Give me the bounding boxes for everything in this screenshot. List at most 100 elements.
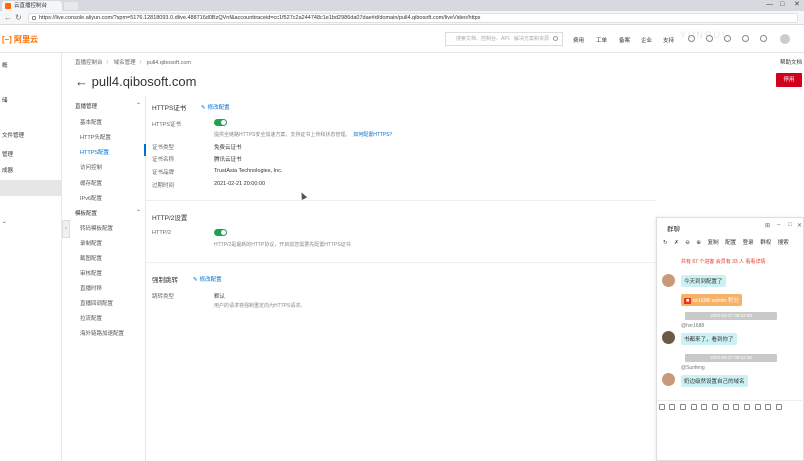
refresh-icon[interactable]: ↻ xyxy=(663,240,668,246)
browser-tab[interactable]: 云直播控制台 xyxy=(2,1,62,11)
sidebar-item-active[interactable] xyxy=(0,180,62,196)
subnav-item-access-control[interactable]: 访问控制 xyxy=(80,163,102,171)
video-icon[interactable] xyxy=(701,404,708,410)
language-icon[interactable] xyxy=(760,35,767,42)
avatar[interactable] xyxy=(780,34,790,44)
back-arrow-icon[interactable]: ← xyxy=(75,74,88,89)
chat-close-icon[interactable]: ✕ xyxy=(797,222,802,229)
chat-minimize-icon[interactable]: – xyxy=(777,222,780,228)
maximize-button[interactable]: □ xyxy=(780,0,784,10)
cert-type-label: 证书类型 xyxy=(152,145,175,151)
http2-toggle[interactable] xyxy=(214,229,227,236)
subnav-item-overseas[interactable]: 海外链路加速配置 xyxy=(80,329,124,337)
shake-icon[interactable] xyxy=(733,404,740,410)
section-divider xyxy=(146,262,656,263)
subnav-item-transcode[interactable]: 转码模板配置 xyxy=(80,224,113,232)
chat-tool-config[interactable]: 配置 xyxy=(725,240,736,246)
url-field[interactable]: https://live.console.aliyun.com/?spm=517… xyxy=(28,13,798,23)
minus-circle-icon[interactable]: ⊖ xyxy=(685,240,690,246)
sidebar-item-file-management[interactable]: 文件管理 xyxy=(0,131,62,139)
https-toggle[interactable] xyxy=(214,119,227,126)
chat-message: ■ or1688 admin 积分 xyxy=(681,294,743,306)
screenshot-icon[interactable] xyxy=(690,404,697,410)
address-bar: ← ↻ https://live.console.aliyun.com/?spm… xyxy=(0,11,804,25)
disable-button[interactable]: 停用 xyxy=(776,73,802,87)
mouse-cursor-icon xyxy=(298,191,308,200)
subnav-item-snapshot[interactable]: 截图配置 xyxy=(80,254,102,262)
cert-name-value: 腾讯云证书 xyxy=(214,157,242,163)
breadcrumb-domain-management[interactable]: 域名管理 xyxy=(114,60,136,66)
minimize-button[interactable]: — xyxy=(766,0,773,10)
https-edit-link[interactable]: 修改配置 xyxy=(201,103,230,111)
subnav-group-template[interactable]: 模板配置 ⌃ xyxy=(75,209,141,217)
subnav-item-pull[interactable]: 拉流配置 xyxy=(80,314,102,322)
image-icon[interactable] xyxy=(669,404,676,410)
tag-icon[interactable] xyxy=(754,404,761,410)
chat-tool-search[interactable]: 搜索 xyxy=(778,240,789,246)
chat-tool-perm[interactable]: 群权 xyxy=(760,240,771,246)
cert-expiry-label: 过期时间 xyxy=(152,183,175,189)
shuffle-icon[interactable]: ✗ xyxy=(674,240,679,246)
redirect-section-title: 强制跳转 xyxy=(152,277,178,284)
file-icon[interactable] xyxy=(679,404,686,410)
subnav-group-live[interactable]: 直播管理 ⌃ xyxy=(75,102,141,110)
headset-icon[interactable] xyxy=(711,404,718,410)
subnav-item-http-header[interactable]: HTTP头配置 xyxy=(80,133,111,141)
page-title: ← pull4.qibosoft.com xyxy=(75,74,196,89)
console-search-input[interactable]: 搜索文档、控制台、API、解决方案和资源 xyxy=(445,32,563,46)
sidebar-collapse-handle[interactable]: ‹ xyxy=(62,220,70,238)
more-icon[interactable] xyxy=(775,404,782,410)
history-icon[interactable] xyxy=(743,404,750,410)
sidebar-item-overview[interactable]: 概 xyxy=(0,61,62,69)
chat-add-icon[interactable]: ⊞ xyxy=(765,222,770,229)
close-window-button[interactable]: ✕ xyxy=(794,0,800,10)
aliyun-logo[interactable]: [–] 阿里云 xyxy=(2,34,38,45)
sidebar-item-management[interactable]: 管理 xyxy=(0,150,62,158)
chat-tool-login[interactable]: 登录 xyxy=(743,240,754,246)
watermark: YUNRUI xyxy=(680,30,727,40)
dollar-icon[interactable] xyxy=(722,404,729,410)
cert-name-label: 证书名称 xyxy=(152,157,175,163)
section-divider xyxy=(146,200,656,201)
new-tab-button[interactable] xyxy=(64,2,78,10)
search-icon[interactable] xyxy=(553,36,558,41)
plus-circle-icon[interactable]: ⊕ xyxy=(696,240,701,246)
subnav-item-ipv6[interactable]: IPv6配置 xyxy=(80,194,102,202)
subnav-item-timeshift[interactable]: 直播时移 xyxy=(80,284,102,292)
chat-maximize-icon[interactable]: □ xyxy=(788,222,792,228)
http2-hint: HTTP/2是最新的HTTP协议，开启前您需要先配置HTTPS证书 xyxy=(214,242,351,248)
emoji-icon[interactable] xyxy=(658,404,665,410)
nav-support[interactable]: 支持 xyxy=(663,36,674,44)
nav-enterprise[interactable]: 企业 xyxy=(641,36,652,44)
https-section-title: HTTPS证书 xyxy=(152,105,187,112)
chevron-up-icon: ⌃ xyxy=(136,103,142,109)
monitor-icon[interactable] xyxy=(765,404,772,410)
nav-ticket[interactable]: 工单 xyxy=(596,36,607,44)
subnav-item-callback[interactable]: 直播回调配置 xyxy=(80,299,113,307)
cert-expiry-value: 2021-02-21 20:00:00 xyxy=(214,181,266,187)
help-docs-link[interactable]: 帮助文档 xyxy=(780,58,802,66)
chat-title: 群聊 xyxy=(667,226,680,233)
refresh-icon[interactable]: ↻ xyxy=(15,13,22,23)
sidebar-item-generator[interactable]: 成器 xyxy=(0,166,62,174)
nav-icp[interactable]: 备案 xyxy=(619,36,630,44)
breadcrumb-live-console[interactable]: 直播控制台 xyxy=(75,60,103,66)
chat-sender: @hxr1688 xyxy=(681,323,705,329)
subnav-item-record[interactable]: 录制配置 xyxy=(80,239,102,247)
redirect-edit-link[interactable]: 修改配置 xyxy=(193,275,222,283)
back-icon[interactable]: ← xyxy=(4,13,12,23)
sidebar-item-storage[interactable]: 储 xyxy=(0,96,62,104)
subnav-item-https[interactable]: HTTPS配置 xyxy=(80,148,109,156)
subnav-item-cache[interactable]: 缓存配置 xyxy=(80,179,102,187)
chat-message: 奶边级然设置自己的域名 xyxy=(681,375,748,387)
chat-timestamp: 2020-03-27 09:53:38 xyxy=(685,354,777,362)
sidebar-item-chevron[interactable]: ⌄ xyxy=(0,219,62,225)
chat-notice[interactable]: 共有 67 个进客 会员有 33 人 看看详情 xyxy=(681,258,765,265)
help-icon[interactable] xyxy=(742,35,749,42)
https-howto-link[interactable]: 如何配置HTTPS？ xyxy=(353,132,394,138)
subnav-item-basic[interactable]: 基本配置 xyxy=(80,118,102,126)
chat-tool-copy[interactable]: 复制 xyxy=(708,240,719,246)
subnav-item-audit[interactable]: 审核配置 xyxy=(80,269,102,277)
nav-billing[interactable]: 费用 xyxy=(573,36,584,44)
chat-sender: @Sunfeng xyxy=(681,365,705,371)
